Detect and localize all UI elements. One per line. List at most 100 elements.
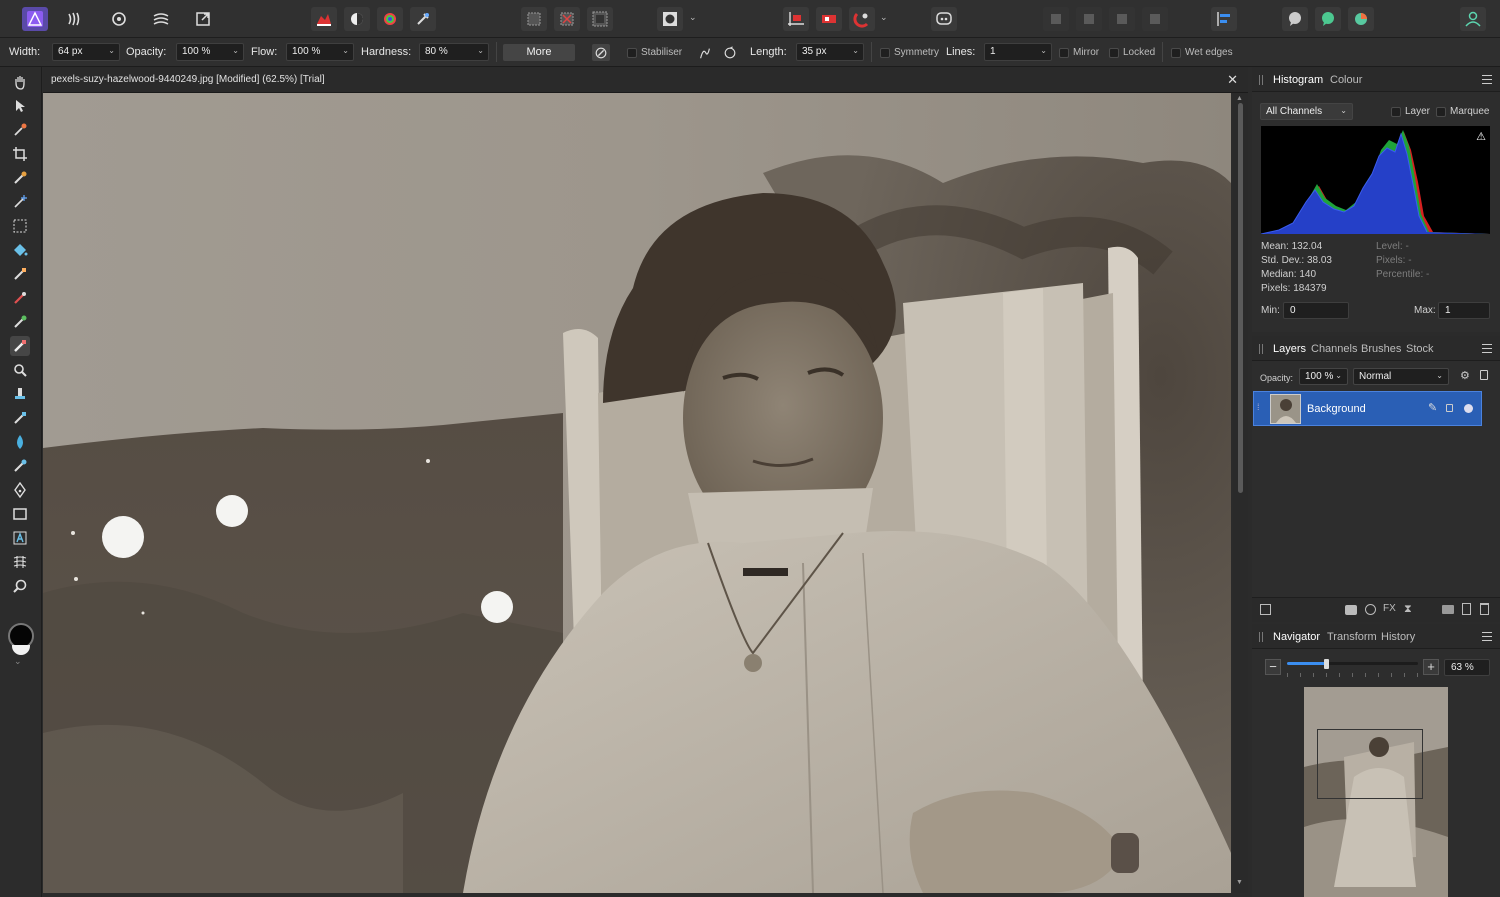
layer-name[interactable]: Background [1307, 403, 1366, 415]
auto-colours-icon[interactable] [377, 7, 403, 31]
group-folder-icon[interactable] [1442, 605, 1454, 614]
window-mode-icon[interactable] [721, 44, 739, 61]
secondary-colour-swatch[interactable] [12, 645, 30, 655]
panel-menu-icon[interactable] [1482, 344, 1492, 353]
snapping-chevron-icon[interactable]: ⌄ [880, 12, 888, 23]
tab-stock[interactable]: Stock [1406, 343, 1434, 355]
navigator-preview[interactable] [1304, 687, 1448, 897]
pen-tool-icon[interactable] [10, 480, 30, 500]
colour-replacement-tool-icon[interactable] [10, 312, 30, 332]
studio-chat-icon[interactable] [1282, 7, 1308, 31]
auto-white-balance-icon[interactable] [410, 7, 436, 31]
rectangular-marquee-tool-icon[interactable] [10, 216, 30, 236]
panel-grip-icon[interactable] [1259, 632, 1263, 642]
paint-brush-tool-icon[interactable] [10, 288, 30, 308]
symmetry-checkbox[interactable] [880, 48, 890, 58]
zoom-tool-icon[interactable] [10, 576, 30, 596]
image-canvas[interactable] [43, 93, 1231, 893]
layer-lock-icon[interactable] [1480, 370, 1488, 380]
live-filter-icon[interactable]: ⧗ [1404, 603, 1412, 616]
alignment-icon[interactable] [783, 7, 809, 31]
delete-layer-trash-icon[interactable] [1480, 603, 1489, 615]
layer-lock-icon[interactable] [1446, 404, 1453, 412]
liquify-persona-icon[interactable] [62, 7, 88, 31]
flow-field[interactable]: 100 % ⌄ [286, 43, 354, 61]
auto-levels-icon[interactable] [311, 7, 337, 31]
width-field[interactable]: 64 px ⌄ [52, 43, 120, 61]
navigator-view-rectangle[interactable] [1317, 729, 1423, 799]
quick-mask-icon[interactable] [657, 7, 683, 31]
colour-picker-tool-icon[interactable] [10, 120, 30, 140]
zoom-percent-field[interactable]: 63 % [1444, 659, 1490, 676]
tab-transform[interactable]: Transform [1327, 631, 1377, 643]
rope-mode-icon[interactable] [696, 44, 714, 61]
opacity-field[interactable]: 100 % ⌄ [176, 43, 244, 61]
zoom-out-button[interactable]: − [1265, 659, 1281, 675]
panel-menu-icon[interactable] [1482, 75, 1492, 84]
layer-settings-gear-icon[interactable]: ⚙ [1460, 369, 1470, 382]
panel-grip-icon[interactable] [1259, 344, 1263, 354]
quick-mask-chevron-icon[interactable]: ⌄ [689, 12, 697, 23]
layer-properties-icon[interactable] [1260, 604, 1271, 615]
invert-selection-icon[interactable] [587, 7, 613, 31]
locked-checkbox[interactable] [1109, 48, 1119, 58]
healing-brush-tool-icon[interactable] [10, 408, 30, 428]
tone-mapping-persona-icon[interactable] [148, 7, 174, 31]
arrange-back-icon[interactable] [1043, 7, 1069, 31]
blur-brush-tool-icon[interactable] [10, 432, 30, 452]
zoom-slider[interactable] [1287, 659, 1418, 669]
crop-tool-icon[interactable] [10, 144, 30, 164]
zoom-in-button[interactable]: + [1423, 659, 1439, 675]
tab-brushes[interactable]: Brushes [1361, 343, 1401, 355]
brush-settings-icon[interactable] [592, 44, 610, 61]
layer-visibility-icon[interactable] [1464, 404, 1473, 413]
scroll-down-icon[interactable]: ▼ [1236, 879, 1243, 886]
zoom-slider-handle[interactable] [1324, 659, 1330, 669]
mask-layer-icon[interactable] [1345, 605, 1357, 615]
document-tab[interactable]: pexels-suzy-hazelwood-9440249.jpg [Modif… [43, 67, 1248, 93]
tab-history[interactable]: History [1381, 631, 1415, 643]
flood-fill-tool-icon[interactable] [10, 240, 30, 260]
layer-checkbox[interactable] [1391, 107, 1401, 117]
dodge-tool-icon[interactable] [10, 360, 30, 380]
assistant-robot-icon[interactable] [931, 7, 957, 31]
arrange-backward-icon[interactable] [1076, 7, 1102, 31]
flood-select-tool-icon[interactable] [10, 192, 30, 212]
tab-channels[interactable]: Channels [1311, 343, 1357, 355]
layer-expand-icon[interactable]: ⁞ [1257, 402, 1260, 412]
marquee-checkbox[interactable] [1436, 107, 1446, 117]
scroll-up-icon[interactable]: ▲ [1236, 95, 1243, 102]
panel-menu-icon[interactable] [1482, 632, 1492, 641]
wet-edges-checkbox[interactable] [1171, 48, 1181, 58]
tab-colour[interactable]: Colour [1330, 74, 1362, 86]
more-button[interactable]: More [503, 44, 575, 61]
swap-colours-icon[interactable]: ⌄ [14, 656, 22, 667]
deselect-icon[interactable] [554, 7, 580, 31]
studio-chat-green-icon[interactable] [1315, 7, 1341, 31]
layer-edit-brush-icon[interactable]: ✎ [1428, 401, 1437, 414]
snapping-icon[interactable] [849, 7, 875, 31]
view-tool-hand-icon[interactable] [10, 72, 30, 92]
assistant-icon[interactable] [816, 7, 842, 31]
gradient-tool-icon[interactable] [10, 264, 30, 284]
tab-histogram[interactable]: Histogram [1273, 74, 1323, 86]
clipping-warning-icon[interactable]: ⚠ [1476, 130, 1486, 143]
channels-dropdown[interactable]: All Channels ⌄ [1260, 103, 1353, 120]
app-logo-icon[interactable] [22, 7, 48, 31]
develop-persona-icon[interactable] [106, 7, 132, 31]
arrange-forward-icon[interactable] [1109, 7, 1135, 31]
min-field[interactable]: 0 [1283, 302, 1349, 319]
export-persona-icon[interactable] [190, 7, 216, 31]
close-document-icon[interactable]: ✕ [1227, 72, 1238, 88]
rectangle-tool-icon[interactable] [10, 504, 30, 524]
smudge-brush-tool-icon[interactable] [10, 456, 30, 476]
blend-mode-dropdown[interactable]: Normal ⌄ [1353, 368, 1449, 385]
marquee-selection-icon[interactable] [521, 7, 547, 31]
max-field[interactable]: 1 [1438, 302, 1490, 319]
colour-wheel-icon[interactable] [1348, 7, 1374, 31]
mirror-checkbox[interactable] [1059, 48, 1069, 58]
erase-brush-tool-icon[interactable] [10, 336, 30, 356]
length-field[interactable]: 35 px ⌄ [796, 43, 864, 61]
layer-opacity-field[interactable]: 100 % ⌄ [1299, 368, 1348, 385]
panel-grip-icon[interactable] [1259, 75, 1263, 85]
